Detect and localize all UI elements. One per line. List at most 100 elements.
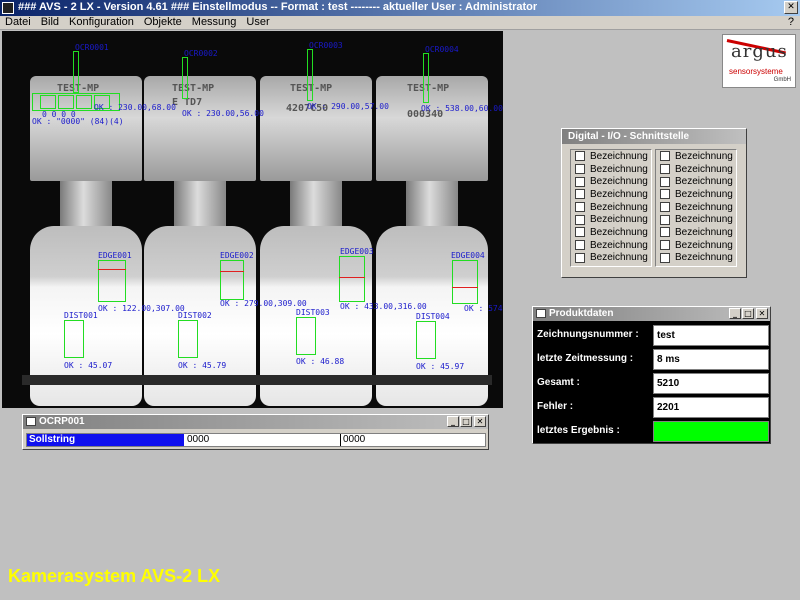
io-row[interactable]: Bezeichnung xyxy=(571,188,651,201)
io-label: Bezeichnung xyxy=(675,150,733,162)
close-window-button[interactable]: ✕ xyxy=(784,1,798,14)
checkbox[interactable] xyxy=(660,164,670,175)
ocr-char-roi[interactable] xyxy=(40,95,56,109)
io-row[interactable]: Bezeichnung xyxy=(571,226,651,239)
camera-image[interactable]: TEST-MP TEST-MP E TD7 TEST-MP 4207C50 TE… xyxy=(2,31,503,408)
io-row[interactable]: Bezeichnung xyxy=(571,201,651,214)
sollstring-value[interactable]: 0000 xyxy=(187,434,341,446)
maximize-button[interactable]: □ xyxy=(460,416,472,427)
dist-roi[interactable] xyxy=(296,317,316,355)
ocr-roi[interactable] xyxy=(307,49,313,101)
checkbox[interactable] xyxy=(575,189,585,200)
ocr-char-roi[interactable] xyxy=(76,95,92,109)
checkbox[interactable] xyxy=(575,252,585,263)
io-row[interactable]: Bezeichnung xyxy=(571,175,651,188)
checkbox[interactable] xyxy=(575,164,585,175)
digital-io-inputs: Bezeichnung Bezeichnung Bezeichnung Beze… xyxy=(570,149,652,267)
checkbox[interactable] xyxy=(575,176,585,187)
edge-label: EDGE004 xyxy=(451,251,485,260)
minimize-button[interactable]: _ xyxy=(447,416,459,427)
io-row[interactable]: Bezeichnung xyxy=(656,175,736,188)
edge-roi[interactable] xyxy=(339,256,365,302)
menu-bild[interactable]: Bild xyxy=(36,16,64,29)
io-row[interactable]: Bezeichnung xyxy=(571,150,651,163)
ocr-roi[interactable] xyxy=(423,53,429,103)
product-row: Gesamt : 5210 xyxy=(533,371,772,395)
checkbox[interactable] xyxy=(660,176,670,187)
row-label: letzte Zeitmessung : xyxy=(537,353,634,364)
close-button[interactable]: ✕ xyxy=(756,308,768,319)
maximize-button[interactable]: □ xyxy=(742,308,754,319)
menu-konfiguration[interactable]: Konfiguration xyxy=(64,16,139,29)
io-row[interactable]: Bezeichnung xyxy=(656,188,736,201)
product-row: letztes Ergebnis : xyxy=(533,419,772,443)
dist-roi[interactable] xyxy=(178,320,198,358)
checkbox[interactable] xyxy=(575,151,585,162)
produktdaten-panel: Produktdaten _ □ ✕ Zeichnungsnummer : te… xyxy=(532,306,771,444)
checkbox[interactable] xyxy=(660,240,670,251)
edge-roi[interactable] xyxy=(220,260,244,300)
edge-roi[interactable] xyxy=(98,260,126,302)
dist-result: OK : 46.88 xyxy=(296,357,345,366)
edge-result: OK : 574.00 xyxy=(464,304,503,313)
ocr-roi[interactable] xyxy=(73,51,79,93)
checkbox[interactable] xyxy=(575,227,585,238)
minimize-button[interactable]: _ xyxy=(729,308,741,319)
menu-messung[interactable]: Messung xyxy=(187,16,242,29)
edge-result: OK : 433.00,316.00 xyxy=(340,302,427,311)
ocr-result: OK : 230.00,56.00 xyxy=(182,109,264,118)
io-row[interactable]: Bezeichnung xyxy=(656,226,736,239)
zeitmessung-value: 8 ms xyxy=(653,349,769,370)
ocr-roi[interactable] xyxy=(182,57,188,99)
checkbox[interactable] xyxy=(575,214,585,225)
edge-label: EDGE003 xyxy=(340,247,374,256)
edge-roi[interactable] xyxy=(452,260,478,304)
ocr-string-result: OK : "0000" (84)(4) xyxy=(32,117,124,126)
io-label: Bezeichnung xyxy=(675,188,733,200)
edge-result: OK : 279.00,309.00 xyxy=(220,299,307,308)
io-row[interactable]: Bezeichnung xyxy=(571,239,651,252)
dist-roi[interactable] xyxy=(64,320,84,358)
io-row[interactable]: Bezeichnung xyxy=(656,150,736,163)
row-label: letztes Ergebnis : xyxy=(537,425,620,436)
cap-print-line-1: TEST-MP xyxy=(172,83,215,94)
row-label: Gesamt : xyxy=(537,377,580,388)
checkbox[interactable] xyxy=(660,189,670,200)
io-label: Bezeichnung xyxy=(675,214,733,226)
menu-objekte[interactable]: Objekte xyxy=(139,16,187,29)
checkbox[interactable] xyxy=(660,252,670,263)
window-icon xyxy=(536,309,546,318)
menu-user[interactable]: User xyxy=(241,16,274,29)
produktdaten-title: Produktdaten xyxy=(549,308,614,319)
checkbox[interactable] xyxy=(660,214,670,225)
dist-label: DIST003 xyxy=(296,308,330,317)
io-row[interactable]: Bezeichnung xyxy=(656,252,736,265)
dist-roi[interactable] xyxy=(416,321,436,359)
checkbox[interactable] xyxy=(660,227,670,238)
io-label: Bezeichnung xyxy=(590,239,648,251)
ocrp-title: OCRP001 xyxy=(39,416,85,427)
app-icon[interactable] xyxy=(2,2,14,14)
ocr-result: OK : 290.00,57.00 xyxy=(307,102,389,111)
logo-sub-text: sensorsysteme xyxy=(729,67,783,76)
read-string-value: 0000 xyxy=(343,434,366,445)
checkbox[interactable] xyxy=(575,240,585,251)
checkbox[interactable] xyxy=(660,151,670,162)
menu-datei[interactable]: Datei xyxy=(0,16,36,29)
checkbox[interactable] xyxy=(575,202,585,213)
dist-result: OK : 45.97 xyxy=(416,362,465,371)
io-row[interactable]: Bezeichnung xyxy=(656,239,736,252)
io-label: Bezeichnung xyxy=(590,201,648,213)
io-row[interactable]: Bezeichnung xyxy=(656,201,736,214)
io-row[interactable]: Bezeichnung xyxy=(571,213,651,226)
ocrp-panel: OCRP001 _ □ ✕ Sollstring 0000 0000 xyxy=(22,414,489,450)
checkbox[interactable] xyxy=(660,202,670,213)
close-button[interactable]: ✕ xyxy=(474,416,486,427)
io-row[interactable]: Bezeichnung xyxy=(656,213,736,226)
io-row[interactable]: Bezeichnung xyxy=(571,252,651,265)
menu-help[interactable]: ? xyxy=(788,16,794,29)
title-bar: ### AVS - 2 LX - Version 4.61 ### Einste… xyxy=(0,0,800,16)
io-row[interactable]: Bezeichnung xyxy=(571,163,651,176)
io-row[interactable]: Bezeichnung xyxy=(656,163,736,176)
ocr-char-roi[interactable] xyxy=(58,95,74,109)
